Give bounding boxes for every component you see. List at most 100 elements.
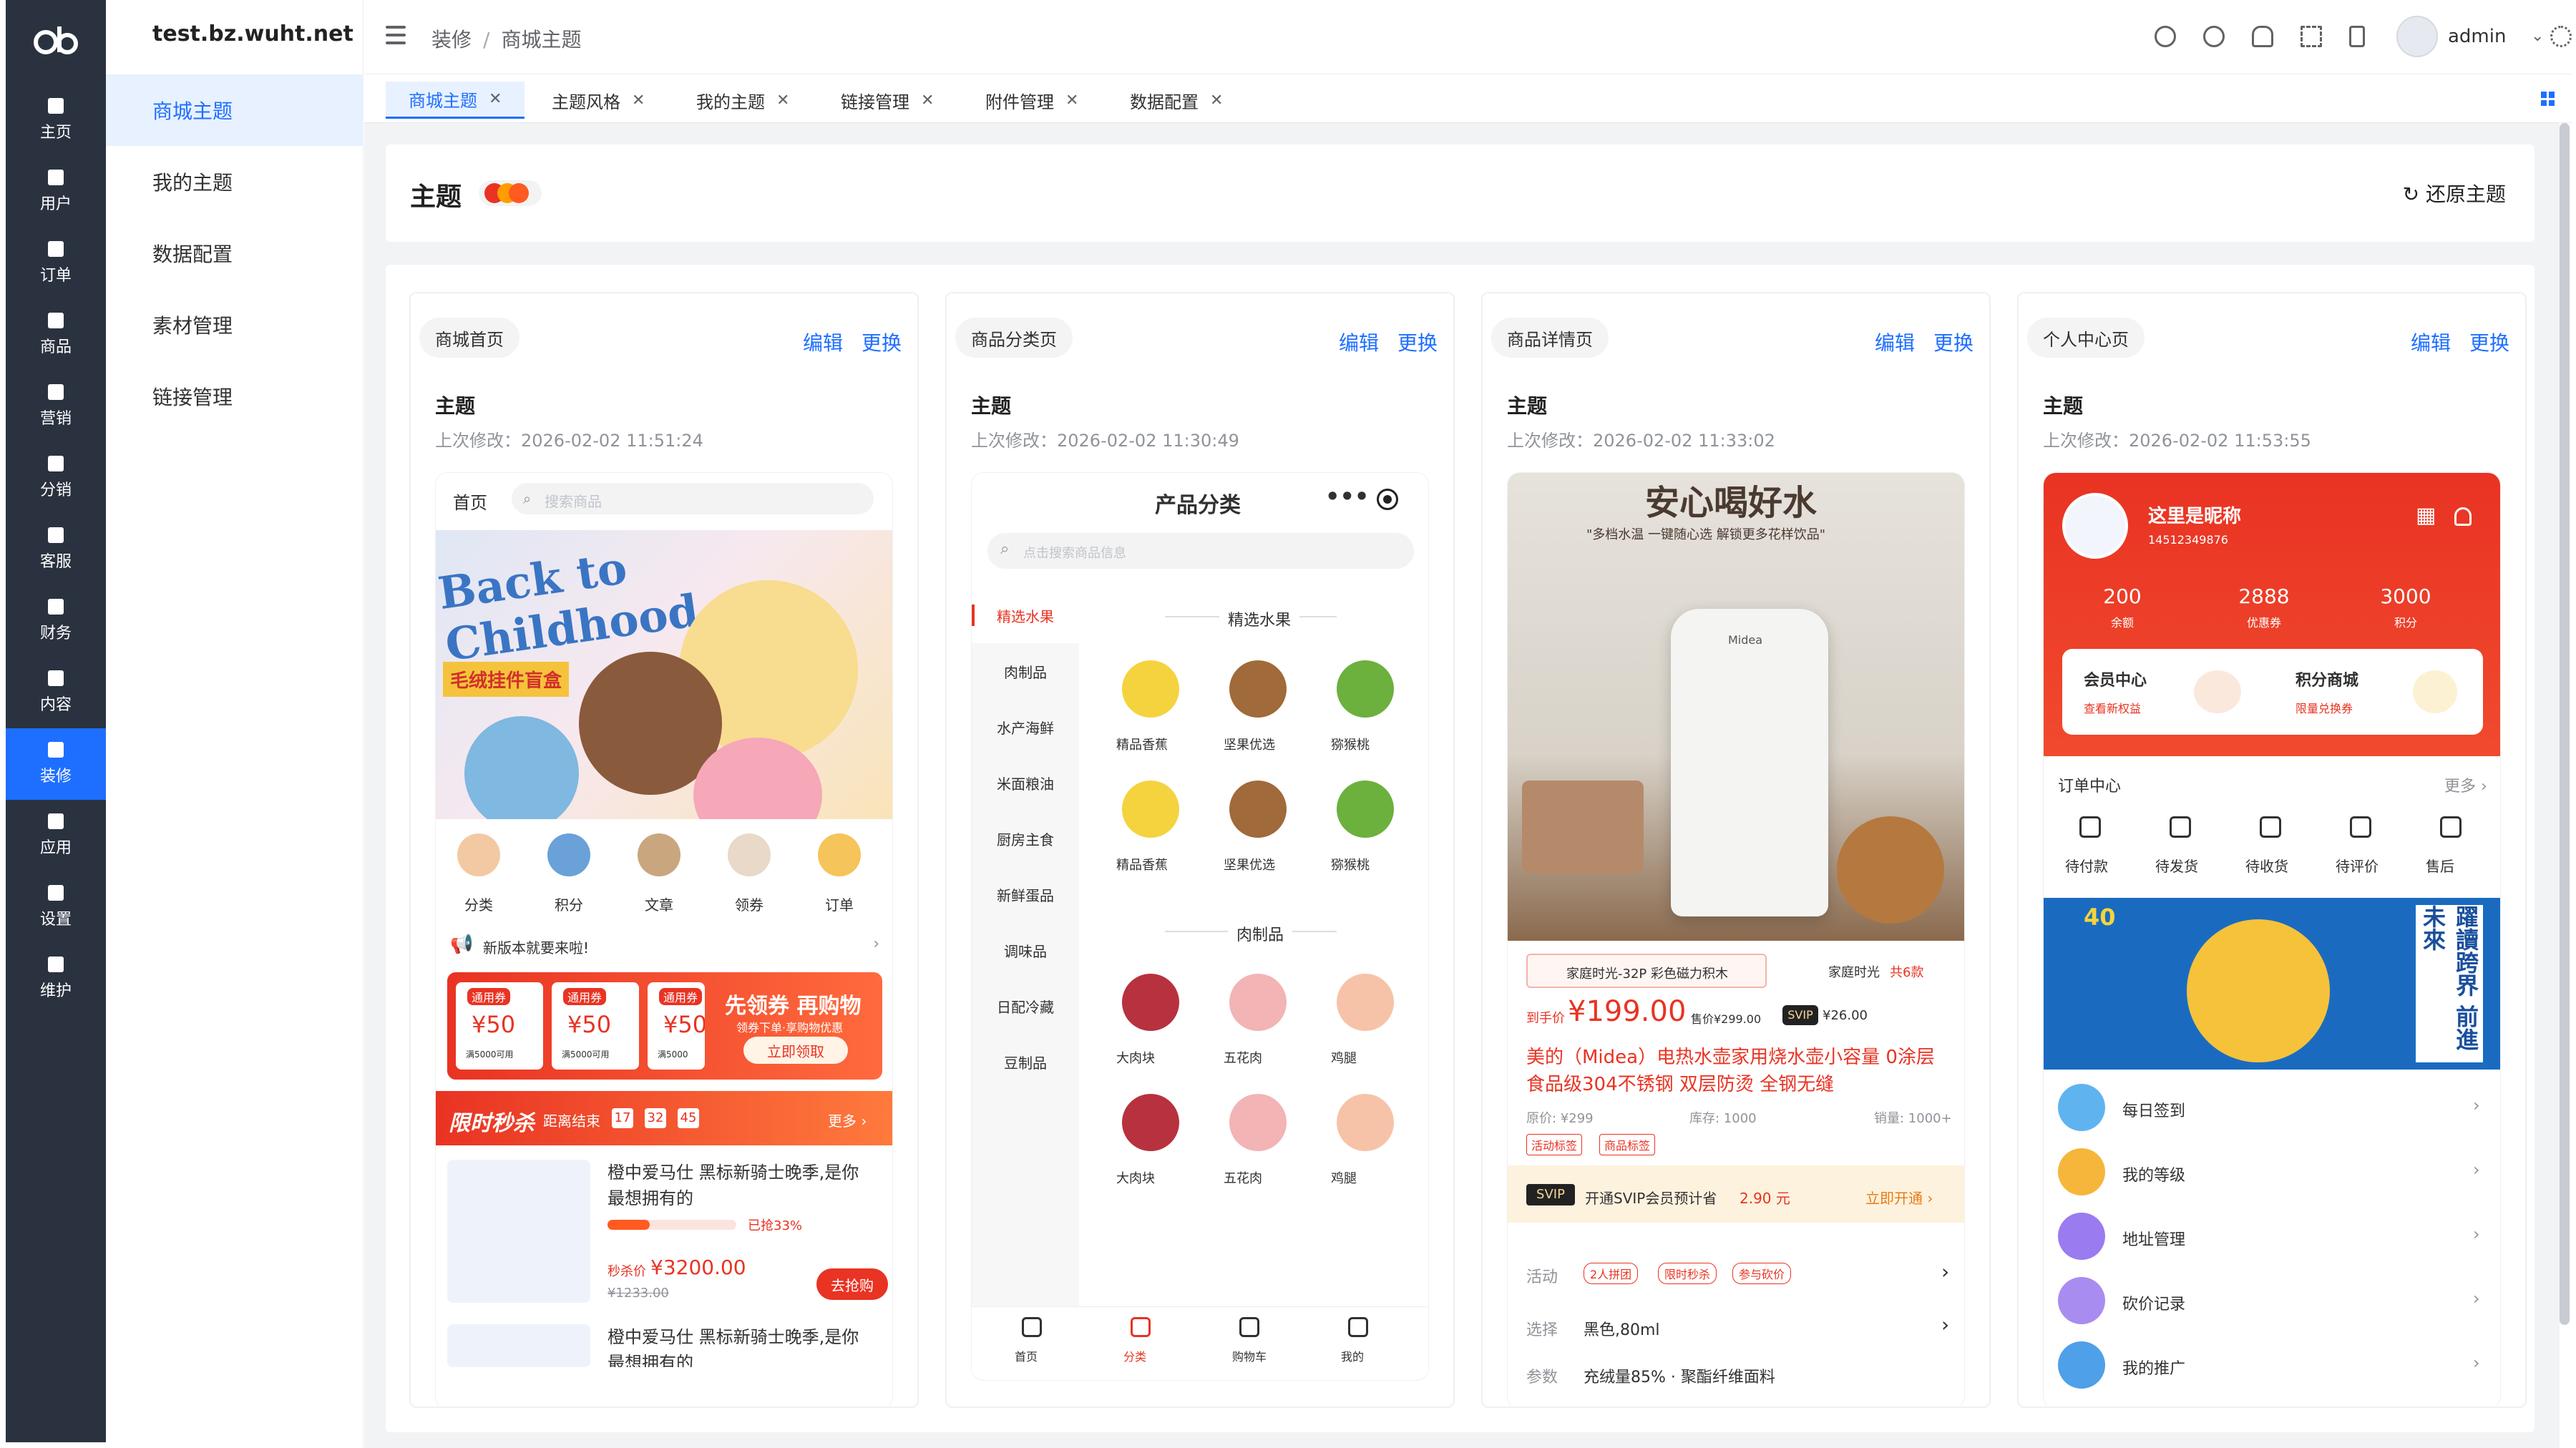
rail-item-goods[interactable]: 商品 xyxy=(6,299,106,371)
qrcode-icon[interactable]: ▦ xyxy=(2416,503,2436,528)
select-row-value[interactable]: 黑色,80ml xyxy=(1584,1317,1660,1340)
category-left-item[interactable]: 厨房主食 xyxy=(972,811,1079,866)
tab-attachments[interactable]: 附件管理 ✕ xyxy=(962,82,1101,119)
rail-item-order[interactable]: 订单 xyxy=(6,228,106,299)
rail-item-maintenance[interactable]: 维护 xyxy=(6,943,106,1014)
bottom-tab-label[interactable]: 我的 xyxy=(1341,1347,1364,1364)
category-left-item[interactable]: 肉制品 xyxy=(972,643,1079,699)
order-status-label[interactable]: 待发货 xyxy=(2155,855,2198,876)
nav-label[interactable]: 积分 xyxy=(555,894,583,914)
coupon[interactable]: 通用券 ¥50 满5000可用 xyxy=(456,982,543,1070)
svip-bar[interactable]: SVIP 开通SVIP会员预计省 2.90 元 立即开通 › xyxy=(1508,1165,1964,1223)
coupon[interactable]: 通用券 ¥50 满5000可用 xyxy=(552,982,639,1070)
service-label[interactable]: 每日签到 xyxy=(2122,1098,2185,1121)
stat-value[interactable]: 3000 xyxy=(2380,584,2431,608)
product-thumb[interactable] xyxy=(1337,781,1394,838)
category-left-item[interactable]: 豆制品 xyxy=(972,1034,1079,1090)
product-name[interactable]: 五花肉 xyxy=(1224,1048,1262,1067)
service-label[interactable]: 地址管理 xyxy=(2122,1227,2185,1250)
param-row-value[interactable]: 充绒量85% · 聚酯纤维面料 xyxy=(1584,1364,1775,1387)
product-thumb[interactable] xyxy=(1229,1094,1287,1151)
menu-item-material[interactable]: 素材管理 xyxy=(106,289,364,361)
stat-value[interactable]: 2888 xyxy=(2238,584,2289,608)
bottom-tab-label[interactable]: 首页 xyxy=(1015,1347,1038,1364)
order-more[interactable]: 更多 › xyxy=(2444,773,2487,796)
chevron-right-icon[interactable]: › xyxy=(2473,1160,2480,1180)
replace-button[interactable]: 更换 xyxy=(1397,328,1438,356)
category-left-item[interactable]: 日配冷藏 xyxy=(972,978,1079,1034)
home-banner[interactable]: Back to Childhood 毛绒挂件盲盒 xyxy=(436,530,892,819)
scrollbar[interactable] xyxy=(2560,123,2570,1325)
tab-data-config[interactable]: 数据配置 ✕ xyxy=(1107,82,1246,119)
tab-1-icon[interactable] xyxy=(1131,1317,1151,1337)
nav-label[interactable]: 领券 xyxy=(735,894,763,914)
nav-3-icon[interactable] xyxy=(728,833,771,876)
coupon[interactable]: 通用券 ¥50 满5000 xyxy=(648,982,705,1070)
order-status-label[interactable]: 待评价 xyxy=(2336,855,2379,876)
tab-theme-style[interactable]: 主题风格 ✕ xyxy=(529,82,668,119)
edit-button[interactable]: 编辑 xyxy=(2411,328,2451,356)
seckill-more[interactable]: 更多 › xyxy=(828,1110,867,1130)
product-name[interactable]: 五花肉 xyxy=(1224,1168,1262,1187)
category-search-box[interactable]: ⌕ 点击搜索商品信息 xyxy=(987,533,1414,569)
product-thumb[interactable] xyxy=(1229,781,1287,838)
tab-0-icon[interactable] xyxy=(1022,1317,1042,1337)
related-tag-2[interactable]: 家庭时光 xyxy=(1828,962,1880,981)
rail-item-marketing[interactable]: 营销 xyxy=(6,371,106,442)
chevron-right-icon[interactable]: › xyxy=(2473,1095,2480,1115)
menu-item-my-theme[interactable]: 我的主题 xyxy=(106,146,364,217)
vip-center-sub[interactable]: 查看新权益 xyxy=(2084,699,2141,716)
tab-links[interactable]: 链接管理 ✕ xyxy=(818,82,957,119)
product-thumb[interactable] xyxy=(1122,974,1179,1031)
activity-tag[interactable]: 参与砍价 xyxy=(1732,1263,1792,1284)
rail-item-settings[interactable]: 设置 xyxy=(6,871,106,943)
vip-center-title[interactable]: 会员中心 xyxy=(2084,667,2147,690)
category-left-item[interactable]: 调味品 xyxy=(972,922,1079,978)
tab-my-theme[interactable]: 我的主题 ✕ xyxy=(673,82,812,119)
nav-label[interactable]: 分类 xyxy=(464,894,493,914)
category-left-item[interactable]: 水产海鲜 xyxy=(972,699,1079,755)
username[interactable]: admin xyxy=(2448,26,2506,47)
service-label[interactable]: 我的等级 xyxy=(2122,1163,2185,1185)
product-thumb[interactable] xyxy=(1122,660,1179,718)
more-dots-icon[interactable]: ••• xyxy=(1325,483,1369,510)
product-thumb[interactable] xyxy=(1337,660,1394,718)
chevron-right-icon[interactable]: › xyxy=(1941,1260,1949,1283)
promo-poster[interactable]: 40 躍讀跨界 前進未來 xyxy=(2044,898,2500,1070)
points-mall-title[interactable]: 积分商城 xyxy=(2296,667,2358,690)
product-thumb[interactable] xyxy=(1122,1094,1179,1151)
theme-color-switch[interactable] xyxy=(479,180,542,206)
product-name[interactable]: 精品香蕉 xyxy=(1116,855,1168,874)
product-name[interactable]: 鸡腿 xyxy=(1331,1168,1357,1187)
rail-item-apps[interactable]: 应用 xyxy=(6,800,106,871)
product-name[interactable]: 猕猴桃 xyxy=(1331,855,1370,874)
order-2-icon[interactable] xyxy=(2260,816,2281,838)
rail-item-distribution[interactable]: 分销 xyxy=(6,442,106,514)
stat-value[interactable]: 200 xyxy=(2103,584,2141,608)
menu-item-data-config[interactable]: 数据配置 xyxy=(106,217,364,289)
rail-item-content[interactable]: 内容 xyxy=(6,657,106,728)
close-icon[interactable]: ✕ xyxy=(1210,92,1223,109)
activity-tag[interactable]: 2人拼团 xyxy=(1584,1263,1639,1284)
replace-button[interactable]: 更换 xyxy=(862,328,902,356)
order-status-label[interactable]: 待收货 xyxy=(2245,855,2288,876)
menu-item-mall-theme[interactable]: 商城主题 xyxy=(106,74,364,146)
service-label[interactable]: 砍价记录 xyxy=(2122,1291,2185,1314)
rail-item-user[interactable]: 用户 xyxy=(6,156,106,228)
points-mall-sub[interactable]: 限量兑换券 xyxy=(2296,699,2353,716)
replace-button[interactable]: 更换 xyxy=(1933,328,1974,356)
edit-button[interactable]: 编辑 xyxy=(1339,328,1379,356)
tab-mall-theme[interactable]: 商城主题 ✕ xyxy=(386,82,525,119)
product-name[interactable]: 鸡腿 xyxy=(1331,1048,1357,1067)
chevron-right-icon[interactable]: › xyxy=(2473,1353,2480,1373)
nav-1-icon[interactable] xyxy=(547,833,590,876)
category-left-item[interactable]: 精选水果 xyxy=(972,587,1079,643)
app-logo[interactable] xyxy=(6,14,106,64)
menu-toggle-icon[interactable] xyxy=(386,26,406,44)
product-thumb[interactable] xyxy=(1337,974,1394,1031)
bell-icon[interactable] xyxy=(2252,26,2273,47)
nav-4-icon[interactable] xyxy=(818,833,861,876)
edit-button[interactable]: 编辑 xyxy=(803,328,843,356)
product-thumb[interactable] xyxy=(1229,974,1287,1031)
seckill-item[interactable]: 橙中爱马仕 黑标新骑士晚季,是你最想拥有的 已抢33% 秒杀价 ¥3200.00… xyxy=(447,1160,888,1331)
